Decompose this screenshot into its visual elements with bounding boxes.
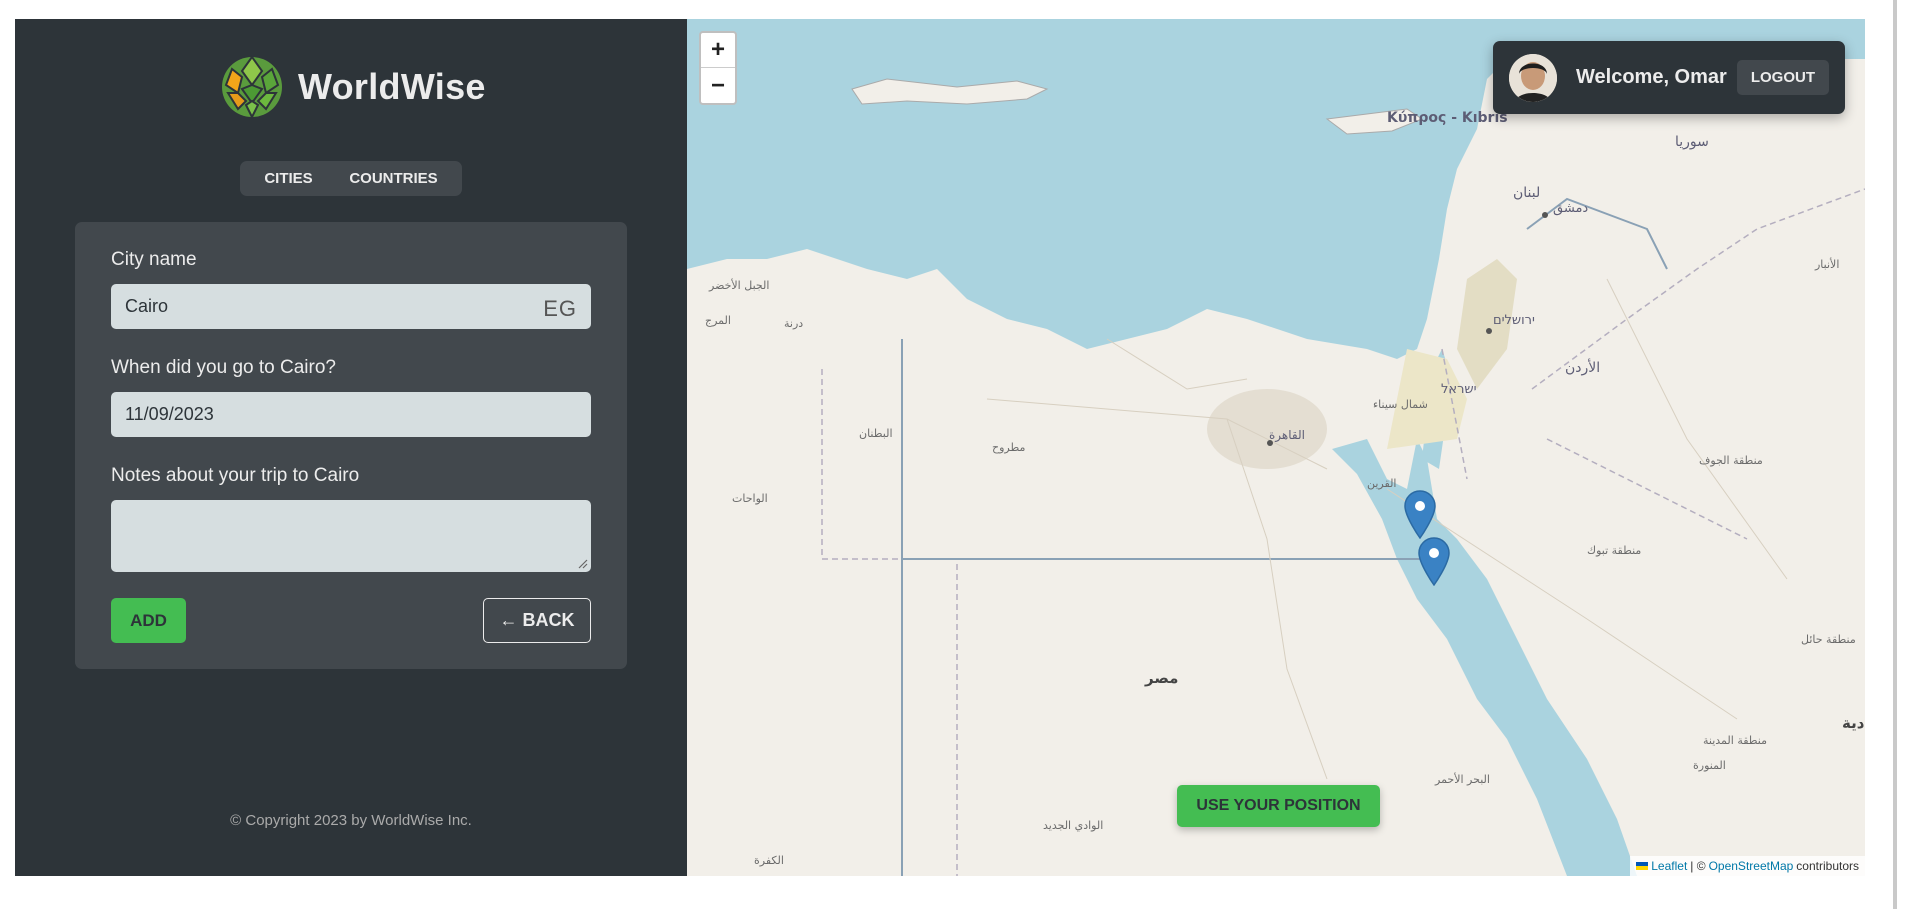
page-scrollbar[interactable] (1893, 0, 1897, 909)
logout-button[interactable]: Logout (1736, 60, 1829, 95)
label-new-valley: الوادي الجديد (1043, 819, 1103, 832)
cairo-dot (1267, 440, 1273, 446)
label-wahat: الواحات (732, 492, 768, 505)
label-jouf: منطقة الجوف (1699, 454, 1763, 467)
user-avatar-icon (1509, 53, 1557, 102)
label-cyprus: Κύπρος - Kıbrıs (1387, 110, 1508, 126)
label-jabal: الجبل الأخضر (708, 278, 769, 292)
map-marker[interactable] (1403, 489, 1437, 539)
leaflet-link[interactable]: Leaflet (1651, 859, 1687, 873)
nav-countries[interactable]: Countries (337, 164, 449, 193)
label-cairo: القاهرة (1269, 428, 1305, 443)
country-flag: EG (543, 296, 577, 321)
label-north-sinai: شمال سيناء (1373, 398, 1428, 411)
jerusalem-dot (1486, 328, 1492, 334)
attribution-contributors: contributors (1796, 859, 1859, 873)
label-jordan: الأردن (1565, 358, 1600, 376)
date-row: When did you go to Cairo? (111, 357, 591, 379)
label-damascus: دمشق (1553, 201, 1588, 216)
zoom-in-button[interactable]: + (701, 33, 735, 68)
app-layout: WorldWise Cities Countries City name Cai… (15, 19, 1865, 876)
map-marker[interactable] (1417, 536, 1451, 586)
user-panel: Welcome, Omar Logout (1493, 41, 1845, 114)
label-munawwara: المنورة (1693, 759, 1726, 772)
city-form: City name Cairo EG When did you go to Ca… (75, 222, 627, 669)
city-name-value: Cairo (125, 296, 169, 316)
map-attribution: Leaflet | © OpenStreetMap contributors (1630, 856, 1865, 876)
avatar (1509, 53, 1557, 102)
date-label: When did you go to Cairo? (111, 357, 336, 378)
ukraine-flag-icon (1636, 862, 1649, 870)
resize-handle-icon[interactable] (578, 559, 588, 569)
label-marj: المرج (705, 314, 731, 327)
label-jerusalem: ירושלים (1493, 313, 1535, 328)
map-tiles[interactable]: Κύπρος - Kıbrıs سوريا لبنان دمشق ירושלים… (687, 19, 1865, 876)
zoom-out-button[interactable]: − (701, 68, 735, 103)
osm-link[interactable]: OpenStreetMap (1709, 859, 1794, 873)
label-saudi: دية (1842, 714, 1865, 732)
city-name-label: City name (111, 249, 197, 270)
use-position-button[interactable]: USE YOUR POSITION (1177, 785, 1380, 827)
notes-row: Notes about your trip to Cairo (111, 465, 591, 487)
label-tabuk: منطقة تبوك (1587, 544, 1641, 557)
notes-label: Notes about your trip to Cairo (111, 465, 360, 486)
city-name-input[interactable]: Cairo EG (111, 284, 591, 329)
app-name: WorldWise (298, 66, 486, 107)
nav-cities[interactable]: Cities (252, 164, 324, 193)
back-button[interactable]: ← BACK (483, 598, 591, 643)
label-syria: سوريا (1675, 134, 1709, 150)
sidebar: WorldWise Cities Countries City name Cai… (15, 19, 687, 876)
label-qurain: القرين (1367, 477, 1396, 490)
app-nav: Cities Countries (240, 161, 462, 196)
date-input[interactable]: 11/09/2023 (111, 392, 591, 437)
logo[interactable]: WorldWise (220, 55, 486, 119)
worldwise-logo-icon (222, 55, 282, 119)
copyright: © Copyright 2023 by WorldWise Inc. (230, 812, 472, 829)
label-madinah: منطقة المدينة (1703, 734, 1767, 747)
damascus-dot (1542, 212, 1548, 218)
label-hail: منطقة حائل (1801, 633, 1856, 646)
label-beheira: البطنان (859, 427, 893, 440)
notes-textarea[interactable] (111, 500, 591, 572)
welcome-text: Welcome, Omar (1576, 66, 1727, 88)
label-matrouh: مطروح (992, 441, 1026, 454)
label-anbar: الأنبار (1814, 257, 1839, 271)
label-egypt: مصر (1144, 669, 1178, 687)
city-name-row: City name (111, 249, 591, 271)
attribution-separator: | © (1690, 859, 1706, 873)
zoom-control: + − (699, 31, 737, 105)
add-button[interactable]: ADD (111, 598, 186, 643)
label-red-sea: البحر الأحمر (1434, 772, 1490, 786)
label-israel: ישראל (1441, 382, 1477, 397)
label-lebanon: لبنان (1513, 185, 1540, 201)
label-kufra: الكفرة (754, 854, 784, 867)
label-derna: درنة (784, 317, 803, 330)
map[interactable]: Κύπρος - Kıbrıs سوريا لبنان دمشق ירושלים… (687, 19, 1865, 876)
date-value: 11/09/2023 (125, 404, 214, 424)
